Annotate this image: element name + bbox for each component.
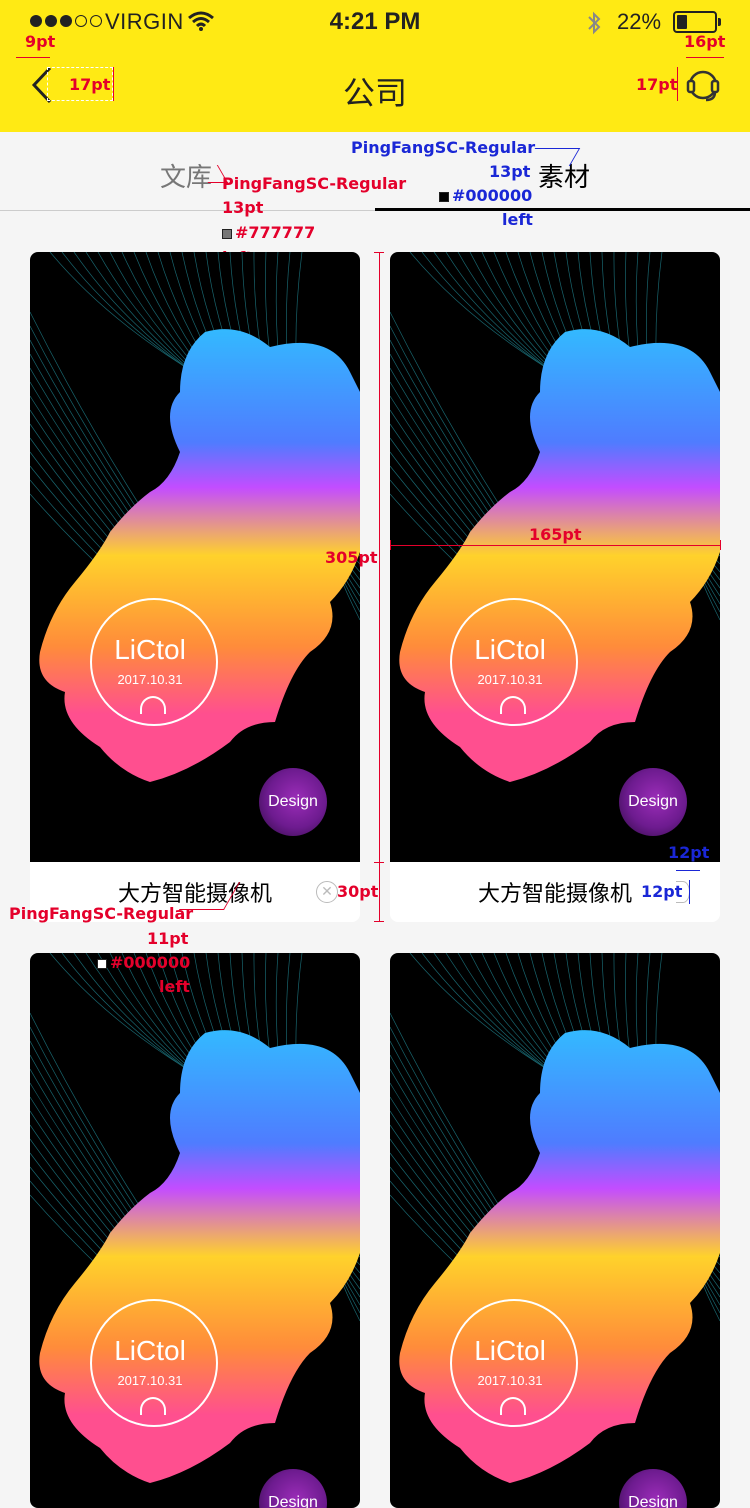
bluetooth-icon (588, 11, 601, 35)
material-card[interactable]: LiCtol 2017.10.31 Design 大方智能摄像机 (390, 252, 720, 922)
card-brand: LiCtol (474, 634, 546, 665)
material-card[interactable]: LiCtol 2017.10.31 Design (390, 953, 720, 1508)
card-brand: LiCtol (474, 1335, 546, 1366)
design-badge: Design (259, 768, 327, 836)
card-poster[interactable]: LiCtol 2017.10.31 Design (390, 953, 720, 1508)
card-date: 2017.10.31 (117, 672, 183, 687)
annotation-title-font: PingFangSC-Regular (9, 904, 194, 923)
card-brand: LiCtol (114, 634, 186, 665)
annotation-tab-mat-font: PingFangSC-Regular (351, 138, 536, 157)
material-card[interactable]: LiCtol 2017.10.31 Design (30, 953, 360, 1508)
annotation-title-size: 11pt (147, 929, 189, 948)
card-poster[interactable]: LiCtol 2017.10.31 Design (390, 252, 720, 862)
battery-percent: 22% (617, 9, 662, 34)
annotation-tab-lib-color: #777777 (222, 225, 315, 241)
poster-artwork (30, 953, 360, 1483)
annotation-delete-margin: 12pt (668, 843, 710, 862)
design-badge-label: Design (268, 1494, 318, 1508)
annotation-title-color: #000000 (97, 955, 190, 971)
yellow-header: VIRGIN 4:21 PM 22% 公司 (0, 0, 750, 132)
design-badge-label: Design (628, 1494, 678, 1508)
annotation-tab-mat-color: #000000 (439, 188, 532, 204)
annotation-back-margin: 9pt (25, 32, 56, 51)
card-poster[interactable]: LiCtol 2017.10.31 Design (30, 953, 360, 1508)
close-circle-icon[interactable]: ✕ (316, 881, 338, 903)
design-badge: Design (619, 768, 687, 836)
design-badge-label: Design (628, 793, 678, 810)
annotation-card-width: 165pt (529, 525, 582, 544)
card-date: 2017.10.31 (117, 1373, 183, 1388)
annotation-support-size: 17pt (636, 75, 678, 94)
poster-artwork (30, 252, 360, 782)
active-tab-indicator (375, 208, 750, 211)
material-card[interactable]: LiCtol 2017.10.31 Design 大方智能摄像机 ✕ (30, 252, 360, 922)
annotation-back-size: 17pt (69, 75, 111, 94)
card-date: 2017.10.31 (477, 672, 543, 687)
annotation-tab-mat-size: 13pt (489, 162, 531, 181)
annotation-tab-mat-align: left (502, 210, 533, 229)
headset-icon[interactable] (684, 66, 722, 104)
card-poster[interactable]: LiCtol 2017.10.31 Design (30, 252, 360, 862)
annotation-card-height: 305pt (325, 548, 378, 567)
poster-artwork (390, 252, 720, 782)
design-badge-label: Design (268, 793, 318, 810)
annotation-footer-height: 30pt (337, 882, 379, 901)
poster-artwork (390, 953, 720, 1483)
annotation-title-align: left (159, 977, 190, 996)
annotation-delete-size: 12pt (641, 882, 683, 901)
card-title: 大方智能摄像机 (477, 881, 632, 906)
annotation-tab-lib-size: 13pt (222, 198, 264, 217)
card-date: 2017.10.31 (477, 1373, 543, 1388)
status-bar: VIRGIN 4:21 PM 22% (0, 0, 750, 44)
battery-icon (673, 11, 717, 33)
annotation-tab-lib-font: PingFangSC-Regular (222, 174, 407, 193)
annotation-support-margin: 16pt (684, 32, 726, 51)
card-brand: LiCtol (114, 1335, 186, 1366)
